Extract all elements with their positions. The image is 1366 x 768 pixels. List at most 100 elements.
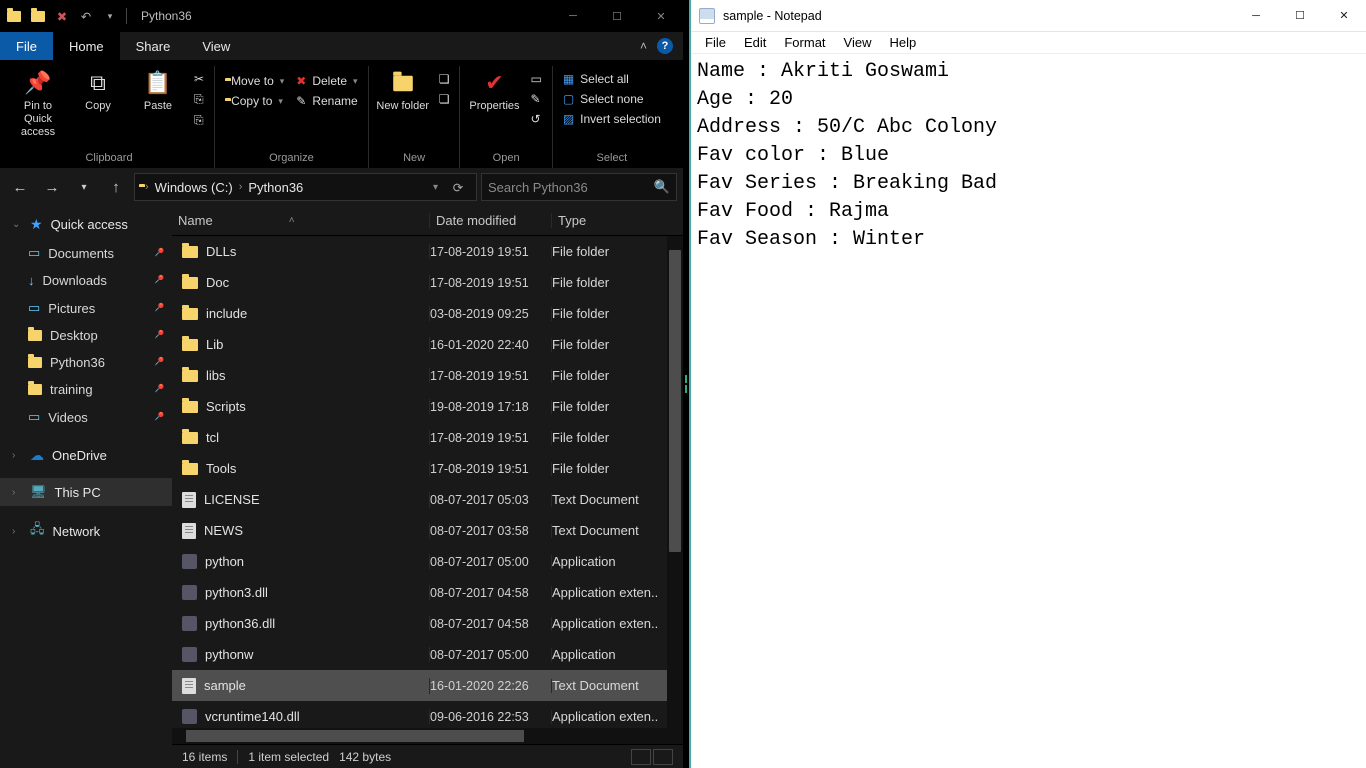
file-row[interactable]: vcruntime140.dll09-06-2016 22:53Applicat… [172,701,683,728]
menu-view[interactable]: View [838,33,878,52]
search-input[interactable]: Search Python36 🔍 [481,173,677,201]
vertical-scrollbar[interactable] [667,236,683,728]
copy-to-button[interactable]: Copy to▾ [221,92,288,110]
maximize-button[interactable]: ☐ [1278,0,1322,31]
file-row[interactable]: sample16-01-2020 22:26Text Document [172,670,683,701]
navigation-pane[interactable]: ⌄★Quick access ▭Documents📍↓Downloads📍▭Pi… [0,206,172,768]
menu-file[interactable]: File [699,33,732,52]
open-button[interactable]: ▭ [526,70,545,88]
notepad-titlebar[interactable]: sample - Notepad ─ ☐ ✕ [691,0,1366,32]
tab-view[interactable]: View [186,32,246,60]
new-item-button[interactable]: ❏ [435,70,454,88]
menu-format[interactable]: Format [778,33,831,52]
minimize-button[interactable]: ─ [551,0,595,32]
sidebar-item[interactable]: ▭Documents📍 [0,239,172,267]
scrollbar-thumb[interactable] [186,730,524,742]
nav-network[interactable]: ›🖧Network [0,514,172,548]
scrollbar-thumb[interactable] [669,250,681,552]
sidebar-item[interactable]: training📍 [0,376,172,403]
file-row[interactable]: Scripts19-08-2019 17:18File folder [172,391,683,422]
file-name: tcl [206,430,219,445]
select-none-button[interactable]: ▢Select none [559,90,665,108]
copy-path-button[interactable]: ⎘ [190,90,208,109]
column-header-type[interactable]: Type [552,213,683,228]
close-button[interactable]: ✕ [639,0,683,32]
select-all-button[interactable]: ▦Select all [559,70,665,88]
move-to-button[interactable]: Move to▾ [221,72,288,90]
file-row[interactable]: pythonw08-07-2017 05:00Application [172,639,683,670]
file-row[interactable]: include03-08-2019 09:25File folder [172,298,683,329]
address-bar[interactable]: › Windows (C:) › Python36 ▾ ⟳ [134,173,477,201]
up-button[interactable]: ↑ [102,173,130,201]
chevron-right-icon[interactable]: › [239,181,243,193]
tab-home[interactable]: Home [53,32,120,60]
minimize-button[interactable]: ─ [1234,0,1278,31]
paste-shortcut-button[interactable]: ⎘ [190,111,208,130]
nav-this-pc[interactable]: ›🖥This PC [0,478,172,506]
copy-button[interactable]: ⧉Copy [70,66,126,113]
tab-share[interactable]: Share [120,32,187,60]
delete-button[interactable]: ✖Delete▾ [292,72,361,90]
explorer-titlebar[interactable]: ✖ ↶ ▾ Python36 ─ ☐ ✕ [0,0,683,32]
sidebar-item[interactable]: ▭Videos📍 [0,403,172,431]
column-header-name[interactable]: Name˄ [172,213,430,228]
view-large-button[interactable] [653,749,673,765]
easy-access-button[interactable]: ❏ [435,90,454,108]
history-dropdown[interactable]: ▾ [70,173,98,201]
cut-button[interactable]: ✂ [190,70,208,88]
nav-quick-access[interactable]: ⌄★Quick access [0,210,172,239]
file-row[interactable]: Lib16-01-2020 22:40File folder [172,329,683,360]
refresh-button[interactable]: ⟳ [444,173,472,201]
forward-button[interactable]: → [38,173,66,201]
file-row[interactable]: NEWS08-07-2017 03:58Text Document [172,515,683,546]
network-icon: 🖧 [30,520,45,542]
file-row[interactable]: python36.dll08-07-2017 04:58Application … [172,608,683,639]
file-name: libs [206,368,226,383]
notepad-text-area[interactable]: Name : Akriti Goswami Age : 20 Address :… [691,54,1366,768]
breadcrumb-drive[interactable]: Windows (C:) [155,180,233,195]
sidebar-item[interactable]: ▭Pictures📍 [0,294,172,322]
collapse-ribbon-icon[interactable]: ˄ [640,39,647,53]
file-row[interactable]: LICENSE08-07-2017 05:03Text Document [172,484,683,515]
chevron-right-icon[interactable]: › [145,181,149,193]
horizontal-scrollbar[interactable] [172,728,683,744]
nav-onedrive[interactable]: ›☁OneDrive [0,441,172,470]
properties-button[interactable]: ✔Properties [466,66,522,113]
file-type: Application exten.. [552,709,683,724]
easy-access-icon: ❏ [439,92,450,106]
file-row[interactable]: python3.dll08-07-2017 04:58Application e… [172,577,683,608]
pin-quick-access-button[interactable]: 📌Pin to Quick access [10,66,66,140]
history-button[interactable]: ↺ [526,110,545,128]
menu-help[interactable]: Help [883,33,922,52]
breadcrumb-folder[interactable]: Python36 [248,180,303,195]
help-icon[interactable]: ? [657,38,673,54]
invert-selection-button[interactable]: ▨Invert selection [559,110,665,128]
back-button[interactable]: ← [6,173,34,201]
file-row[interactable]: Tools17-08-2019 19:51File folder [172,453,683,484]
file-row[interactable]: python08-07-2017 05:00Application [172,546,683,577]
file-row[interactable]: Doc17-08-2019 19:51File folder [172,267,683,298]
paste-button[interactable]: 📋Paste [130,66,186,113]
file-date: 08-07-2017 03:58 [430,524,552,538]
file-row[interactable]: DLLs17-08-2019 19:51File folder [172,236,683,267]
file-row[interactable]: tcl17-08-2019 19:51File folder [172,422,683,453]
pictures-icon: ▭ [28,300,40,316]
menu-edit[interactable]: Edit [738,33,772,52]
view-details-button[interactable] [631,749,651,765]
chevron-down-icon[interactable]: ▾ [433,182,438,193]
undo-icon[interactable]: ↶ [78,8,94,24]
close-button[interactable]: ✕ [1322,0,1366,31]
dropdown-icon[interactable]: ▾ [102,8,118,24]
new-folder-button[interactable]: New folder [375,66,431,113]
file-row[interactable]: libs17-08-2019 19:51File folder [172,360,683,391]
sidebar-item[interactable]: Python36📍 [0,349,172,376]
column-header-date[interactable]: Date modified [430,213,552,228]
maximize-button[interactable]: ☐ [595,0,639,32]
rename-button[interactable]: ✎Rename [292,92,361,110]
tab-file[interactable]: File [0,32,53,60]
sidebar-item[interactable]: Desktop📍 [0,322,172,349]
file-list[interactable]: DLLs17-08-2019 19:51File folderDoc17-08-… [172,236,683,728]
save-icon[interactable]: ✖ [54,8,70,24]
edit-button[interactable]: ✎ [526,90,545,108]
sidebar-item[interactable]: ↓Downloads📍 [0,267,172,294]
